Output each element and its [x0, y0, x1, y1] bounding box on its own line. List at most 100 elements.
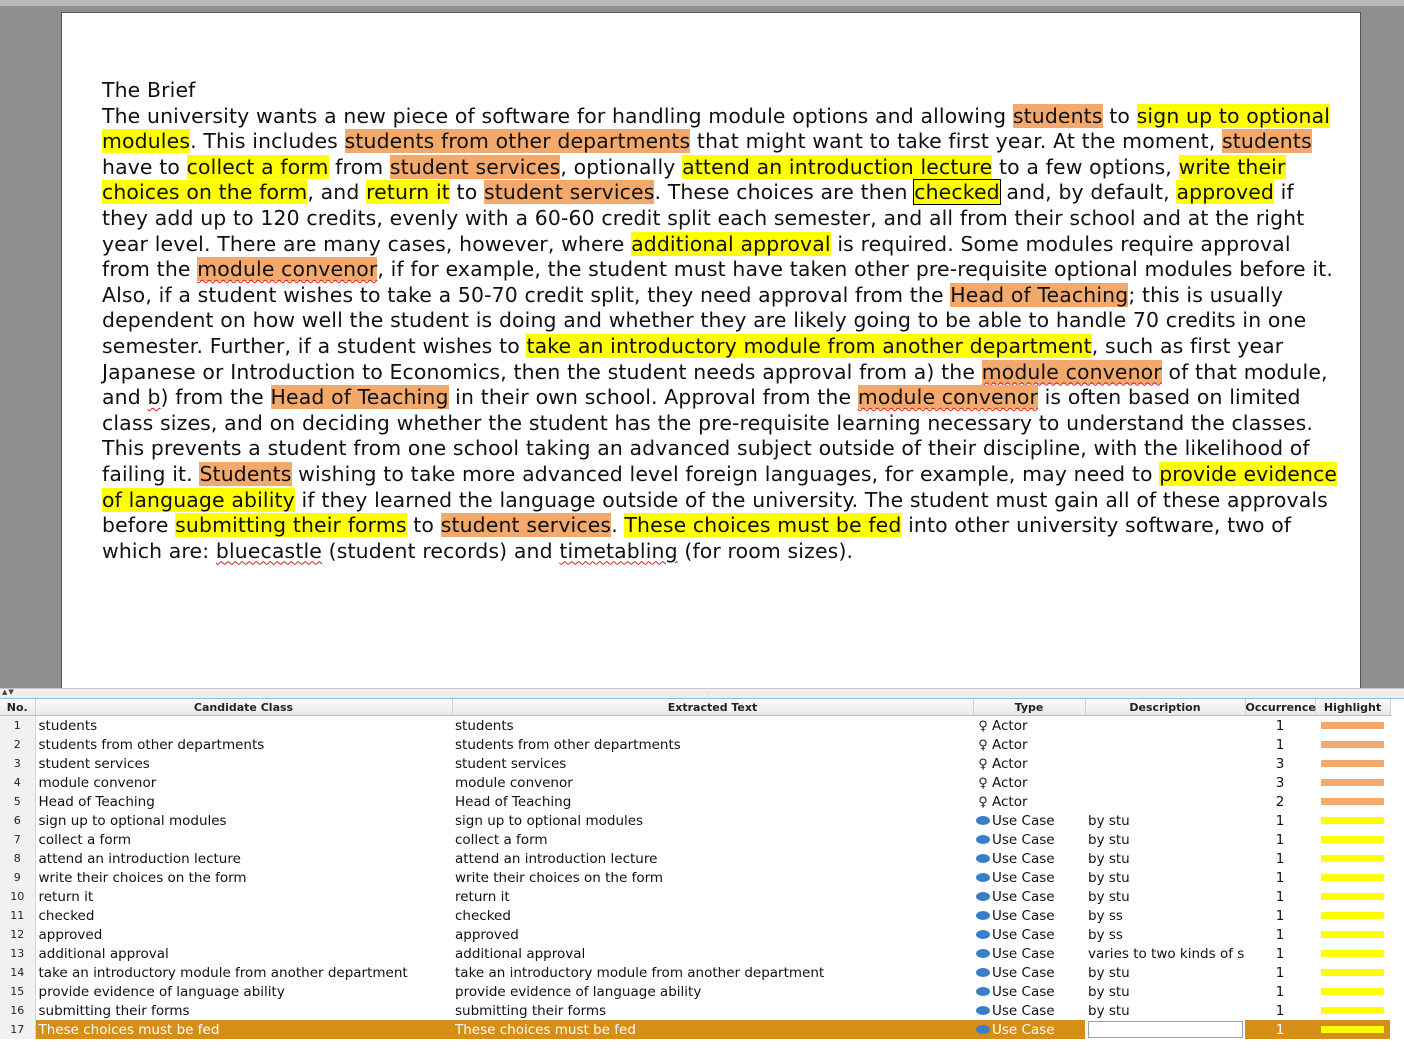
column-header-candidate-class[interactable]: Candidate Class: [35, 699, 453, 716]
description-cell[interactable]: by ss: [1085, 906, 1245, 925]
column-header-no[interactable]: No.: [0, 699, 36, 716]
extracted-text-cell[interactable]: students: [452, 716, 973, 736]
table-row[interactable]: 13 additional approval additional approval…: [0, 944, 1390, 963]
extracted-text-cell[interactable]: These choices must be fed: [452, 1020, 973, 1039]
type-cell[interactable]: Use Case: [973, 925, 1085, 944]
use-case-highlight[interactable]: approved: [1176, 180, 1275, 205]
highlight-color-swatch[interactable]: [1321, 969, 1384, 976]
actor-highlight[interactable]: student services: [389, 154, 561, 179]
extracted-text-cell[interactable]: submitting their forms: [452, 1001, 973, 1020]
highlight-color-swatch[interactable]: [1321, 836, 1384, 843]
description-cell[interactable]: [1085, 1020, 1245, 1039]
candidate-class-cell[interactable]: approved: [35, 925, 452, 944]
candidate-class-cell[interactable]: provide evidence of language ability: [35, 982, 452, 1001]
description-editor[interactable]: [1088, 1021, 1243, 1038]
highlight-color-swatch[interactable]: [1321, 1007, 1384, 1014]
table-row[interactable]: 3 student services student services ♀ Actor 3: [0, 754, 1390, 773]
table-row[interactable]: 16 submitting their forms submitting their…: [0, 1001, 1390, 1020]
highlight-cell[interactable]: [1315, 754, 1390, 773]
highlight-cell[interactable]: [1315, 1020, 1390, 1039]
description-cell[interactable]: [1085, 792, 1245, 811]
description-cell[interactable]: [1085, 735, 1245, 754]
actor-highlight[interactable]: module convenor: [197, 257, 378, 282]
candidate-class-cell[interactable]: module convenor: [35, 773, 452, 792]
candidate-class-cell[interactable]: sign up to optional modules: [35, 811, 452, 830]
type-cell[interactable]: Use Case: [973, 868, 1085, 887]
table-row[interactable]: 11 checked checked Use Case by ss 1: [0, 906, 1390, 925]
candidate-class-cell[interactable]: write their choices on the form: [35, 868, 452, 887]
table-row[interactable]: 5 Head of Teaching Head of Teaching ♀ Actor 2: [0, 792, 1390, 811]
highlight-color-swatch[interactable]: [1321, 741, 1384, 748]
highlight-cell[interactable]: [1315, 773, 1390, 792]
highlight-color-swatch[interactable]: [1321, 874, 1384, 881]
highlight-color-swatch[interactable]: [1321, 855, 1384, 862]
actor-highlight[interactable]: Students: [199, 461, 292, 486]
highlight-color-swatch[interactable]: [1321, 931, 1384, 938]
actor-highlight[interactable]: Head of Teaching: [950, 282, 1129, 307]
description-cell[interactable]: by stu: [1085, 887, 1245, 906]
highlight-color-swatch[interactable]: [1321, 912, 1384, 919]
extracted-text-cell[interactable]: approved: [452, 925, 973, 944]
table-row[interactable]: 7 collect a form collect a form Use Case by …: [0, 830, 1390, 849]
extracted-text-cell[interactable]: student services: [452, 754, 973, 773]
highlight-cell[interactable]: [1315, 716, 1390, 736]
highlight-cell[interactable]: [1315, 868, 1390, 887]
split-arrows-icon[interactable]: ▲▼: [2, 688, 15, 696]
type-cell[interactable]: Use Case: [973, 1001, 1085, 1020]
description-cell[interactable]: by ss: [1085, 925, 1245, 944]
candidate-class-cell[interactable]: return it: [35, 887, 452, 906]
description-cell[interactable]: by stu: [1085, 849, 1245, 868]
candidate-class-cell[interactable]: submitting their forms: [35, 1001, 452, 1020]
description-cell[interactable]: varies to two kinds of s: [1085, 944, 1245, 963]
candidate-class-cell[interactable]: take an introductory module from another…: [35, 963, 452, 982]
highlight-cell[interactable]: [1315, 811, 1390, 830]
extracted-text-cell[interactable]: collect a form: [452, 830, 973, 849]
table-row[interactable]: 17 These choices must be fed These choices…: [0, 1020, 1390, 1039]
highlight-color-swatch[interactable]: [1321, 988, 1384, 995]
document-body[interactable]: The university wants a new piece of soft…: [102, 103, 1338, 563]
description-cell[interactable]: by stu: [1085, 1001, 1245, 1020]
extracted-text-cell[interactable]: write their choices on the form: [452, 868, 973, 887]
extracted-text-cell[interactable]: Head of Teaching: [452, 792, 973, 811]
extracted-text-cell[interactable]: take an introductory module from another…: [452, 963, 973, 982]
description-cell[interactable]: by stu: [1085, 963, 1245, 982]
extracted-text-cell[interactable]: attend an introduction lecture: [452, 849, 973, 868]
candidate-class-cell[interactable]: checked: [35, 906, 452, 925]
table-row[interactable]: 8 attend an introduction lecture attend an…: [0, 849, 1390, 868]
extracted-text-cell[interactable]: checked: [452, 906, 973, 925]
actor-highlight[interactable]: students: [1222, 129, 1312, 154]
candidate-class-cell[interactable]: attend an introduction lecture: [35, 849, 452, 868]
use-case-highlight[interactable]: attend an introduction lecture: [682, 154, 993, 179]
type-cell[interactable]: Use Case: [973, 811, 1085, 830]
extracted-text-cell[interactable]: module convenor: [452, 773, 973, 792]
type-cell[interactable]: Use Case: [973, 887, 1085, 906]
extracted-text-cell[interactable]: provide evidence of language ability: [452, 982, 973, 1001]
type-cell[interactable]: ♀ Actor: [973, 716, 1085, 736]
actor-highlight[interactable]: Head of Teaching: [270, 385, 449, 410]
type-cell[interactable]: Use Case: [973, 963, 1085, 982]
extracted-text-cell[interactable]: additional approval: [452, 944, 973, 963]
table-row[interactable]: 2 students from other departments students…: [0, 735, 1390, 754]
extracted-text-cell[interactable]: sign up to optional modules: [452, 811, 973, 830]
highlight-color-swatch[interactable]: [1321, 817, 1384, 824]
type-cell[interactable]: ♀ Actor: [973, 754, 1085, 773]
highlight-cell[interactable]: [1315, 906, 1390, 925]
type-cell[interactable]: ♀ Actor: [973, 773, 1085, 792]
highlight-cell[interactable]: [1315, 982, 1390, 1001]
column-header-highlight[interactable]: Highlight: [1315, 699, 1391, 716]
highlight-color-swatch[interactable]: [1321, 950, 1384, 957]
table-row[interactable]: 15 provide evidence of language ability pr…: [0, 982, 1390, 1001]
highlight-cell[interactable]: [1315, 735, 1390, 754]
column-header-description[interactable]: Description: [1085, 699, 1246, 716]
candidate-class-cell[interactable]: Head of Teaching: [35, 792, 452, 811]
use-case-highlight[interactable]: return it: [366, 180, 450, 205]
table-row[interactable]: 14 take an introductory module from anoth…: [0, 963, 1390, 982]
candidate-class-cell[interactable]: students: [35, 716, 452, 736]
extracted-text-cell[interactable]: return it: [452, 887, 973, 906]
type-cell[interactable]: Use Case: [973, 944, 1085, 963]
candidate-class-cell[interactable]: collect a form: [35, 830, 452, 849]
actor-highlight[interactable]: module convenor: [981, 359, 1162, 384]
table-row[interactable]: 1 students students ♀ Actor 1: [0, 715, 1390, 736]
description-cell[interactable]: by stu: [1085, 868, 1245, 887]
use-case-highlight[interactable]: submitting their forms: [175, 513, 407, 538]
